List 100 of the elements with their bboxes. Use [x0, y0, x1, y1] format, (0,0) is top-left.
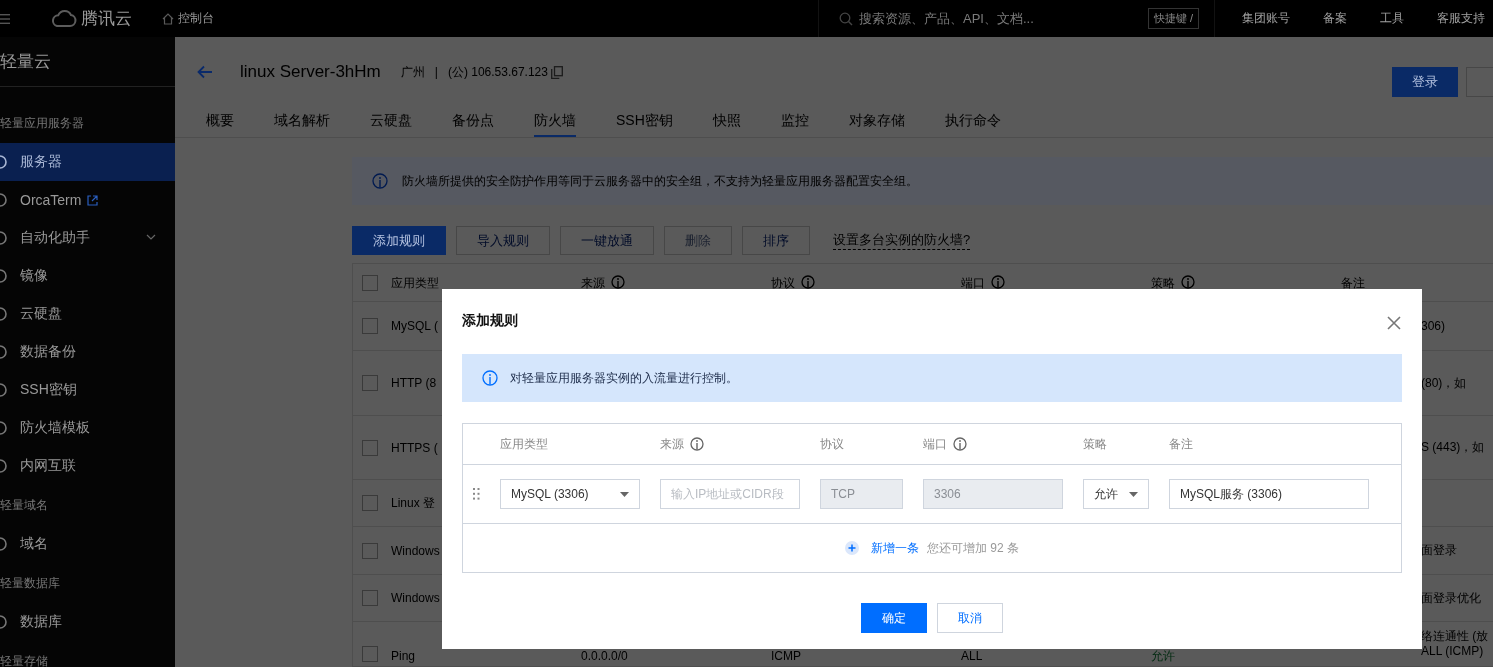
brand-name[interactable]: 腾讯云 [81, 7, 132, 30]
table-cell: 0.0.0.0/0 [581, 650, 628, 662]
arc-icon [0, 268, 8, 284]
notice-text: 对轻量应用服务器实例的入流量进行控制。 [510, 369, 738, 387]
info-icon [482, 370, 498, 386]
shortcut-hint: 快捷键 / [1147, 8, 1199, 29]
sidebar-section-label: 轻量域名 [0, 496, 49, 514]
sidebar-section-label: 轻量数据库 [0, 574, 61, 592]
chevron-down-icon [146, 234, 156, 240]
drag-handle-icon [473, 488, 480, 500]
table-cell: (80)，如 [1421, 375, 1467, 391]
ip-address: (公) 106.53.67.123 [447, 63, 548, 81]
caret-icon [1129, 491, 1138, 497]
search-icon [839, 11, 853, 26]
table-cell: Linux 登 [391, 494, 436, 512]
arc-icon [0, 458, 8, 474]
region-label: 广州 [400, 63, 425, 81]
quota-text: 您还可增加 92 条 [927, 539, 1019, 557]
copy-icon [550, 65, 563, 79]
nav-link[interactable]: 客服支持 [1437, 10, 1485, 27]
checkbox[interactable] [362, 542, 378, 559]
separator: | [434, 65, 438, 79]
back-arrow-icon [197, 65, 213, 79]
table-cell: ALL (ICMP) [1421, 644, 1484, 659]
close-icon[interactable] [1387, 316, 1401, 330]
table-cell: MySQL ( [391, 319, 438, 333]
sidebar-item[interactable]: 服务器 [0, 143, 175, 181]
checkbox[interactable] [362, 318, 378, 334]
arc-icon [0, 382, 8, 398]
checkbox[interactable] [362, 375, 378, 391]
column-header: 来源 [660, 435, 684, 453]
sidebar-item[interactable]: SSH密钥 [0, 371, 175, 409]
sidebar-section-label: 轻量存储 [0, 652, 49, 667]
table-cell: ICMP [771, 650, 801, 662]
table-cell: HTTPS ( [391, 440, 438, 455]
column-header: 应用类型 [500, 435, 548, 453]
table-cell: Windows [391, 591, 440, 605]
nav-link[interactable]: 工具 [1380, 10, 1404, 27]
info-icon [801, 275, 815, 289]
nav-link[interactable]: 备案 [1323, 10, 1347, 27]
cancel-button[interactable]: 取消 [937, 603, 1003, 633]
sidebar-item[interactable]: 云硬盘 [0, 295, 175, 333]
table-cell: S (443)，如 [1421, 440, 1485, 455]
info-icon [690, 437, 704, 451]
table-cell: 面登录 [1421, 543, 1457, 558]
input-field[interactable]: 输入IP地址或CIDR段 [660, 479, 800, 509]
notice-text: 防火墙所提供的安全防护作用等同于云服务器中的安全组，不支持为轻量应用服务器配置安全组。 [402, 172, 918, 190]
nav-link[interactable]: 集团账号 [1242, 10, 1290, 27]
add-icon [845, 541, 859, 555]
sidebar-item[interactable]: 数据库 [0, 603, 175, 641]
arc-icon [0, 192, 8, 208]
checkbox[interactable] [362, 590, 378, 606]
input-field[interactable]: MySQL服务 (3306) [1169, 479, 1369, 509]
console-link[interactable]: 控制台 [162, 10, 214, 27]
table-cell: HTTP (8 [391, 376, 437, 390]
column-header: 协议 [820, 435, 844, 453]
checkbox[interactable] [362, 439, 378, 456]
sidebar-section-label: 轻量应用服务器 [0, 114, 85, 132]
info-icon [611, 275, 625, 289]
checkbox[interactable] [362, 495, 378, 511]
instance-title: linux Server-3hHm [240, 62, 381, 82]
info-icon [372, 173, 388, 189]
table-cell: Windows [391, 543, 440, 558]
table-cell: 允许 [1151, 650, 1175, 662]
dropdown[interactable]: 允许 [1083, 479, 1149, 509]
column-header: 协议 [771, 275, 795, 292]
table-cell: 面登录优化 [1421, 590, 1481, 606]
login-button[interactable]: 登录 [1392, 67, 1458, 97]
column-header: 备注 [1169, 435, 1193, 453]
toolbar-button[interactable]: 添加规则 [352, 226, 446, 255]
add-rule-link[interactable]: 新增一条 [845, 539, 919, 557]
sidebar-item[interactable]: 镜像 [0, 257, 175, 295]
column-header: 端口 [923, 435, 947, 453]
table-cell: 络连通性 (放 [1421, 629, 1489, 644]
column-header: 备注 [1341, 275, 1365, 292]
info-icon [953, 437, 967, 451]
caret-icon [620, 491, 629, 497]
arc-icon [0, 230, 8, 246]
column-header: 策略 [1151, 275, 1175, 292]
sidebar-item[interactable]: OrcaTerm [0, 181, 175, 219]
column-header: 来源 [581, 275, 605, 292]
table-cell: ALL [961, 650, 983, 662]
home-icon [162, 12, 174, 25]
checkbox[interactable] [362, 646, 378, 662]
sidebar-item[interactable]: 域名 [0, 525, 175, 563]
arc-icon [0, 154, 8, 170]
sidebar-item[interactable]: 防火墙模板 [0, 409, 175, 447]
confirm-button[interactable]: 确定 [861, 603, 927, 633]
column-header: 策略 [1083, 435, 1107, 453]
sidebar-item[interactable]: 自动化助手 [0, 219, 175, 257]
info-icon [991, 275, 1005, 289]
dropdown[interactable]: MySQL (3306) [500, 479, 640, 509]
arc-icon [0, 536, 8, 552]
cloud-icon [50, 9, 77, 28]
sidebar-item[interactable]: 数据备份 [0, 333, 175, 371]
column-header: 端口 [961, 275, 985, 292]
sidebar-item[interactable]: 内网互联 [0, 447, 175, 485]
checkbox[interactable] [362, 275, 378, 291]
table-cell: 306) [1421, 318, 1446, 334]
info-icon [1181, 275, 1195, 289]
